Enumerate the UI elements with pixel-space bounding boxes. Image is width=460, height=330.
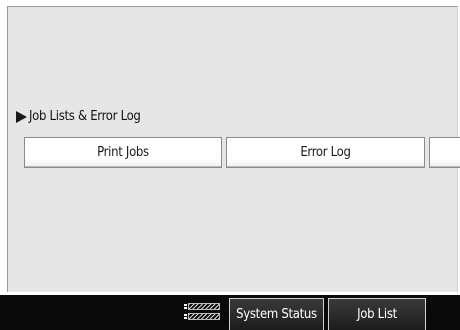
job-list-button[interactable]: Job List bbox=[328, 298, 426, 330]
job-list-label: Job List bbox=[357, 307, 397, 322]
bottom-taskbar: System Status Job List bbox=[0, 295, 460, 330]
right-triangle-icon bbox=[16, 110, 27, 123]
section-title: Job Lists & Error Log bbox=[29, 109, 141, 124]
system-status-button[interactable]: System Status bbox=[229, 298, 324, 330]
error-log-button[interactable]: Error Log bbox=[226, 137, 425, 168]
next-button-partial[interactable] bbox=[429, 137, 460, 168]
print-jobs-button[interactable]: Print Jobs bbox=[24, 137, 222, 168]
section-header: Job Lists & Error Log bbox=[16, 109, 141, 124]
print-jobs-label: Print Jobs bbox=[97, 145, 149, 160]
printer-screen: Job Lists & Error Log Print Jobs Error L… bbox=[0, 0, 460, 330]
system-status-label: System Status bbox=[236, 307, 317, 322]
indicator-row bbox=[184, 312, 226, 321]
indicator-row bbox=[184, 302, 226, 311]
error-log-label: Error Log bbox=[300, 145, 351, 160]
status-indicator-icon bbox=[184, 300, 226, 324]
